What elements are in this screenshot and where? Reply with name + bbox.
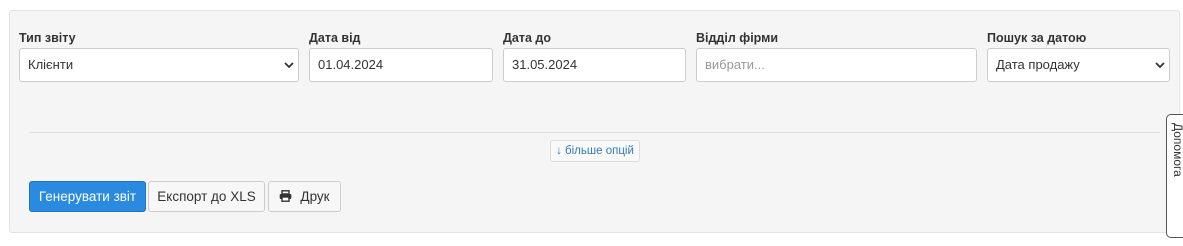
date-from-value: 01.04.2024 <box>318 57 384 72</box>
department-field: Відділ фірми вибрати... <box>696 31 977 82</box>
department-label: Відділ фірми <box>696 31 779 45</box>
date-to-input[interactable]: 31.05.2024 <box>503 48 686 82</box>
report-type-value: Клієнти <box>28 57 74 72</box>
department-placeholder: вибрати... <box>705 57 765 72</box>
report-type-select[interactable]: Клієнти <box>19 48 299 82</box>
help-tab[interactable]: Допомога <box>1166 114 1183 238</box>
chevron-down-icon <box>1155 62 1165 69</box>
search-by-date-field: Пошук за датою Дата продажу <box>987 31 1170 82</box>
help-tab-label: Допомога <box>1171 123 1183 177</box>
chevron-down-icon <box>284 62 294 69</box>
date-to-value: 31.05.2024 <box>512 57 578 72</box>
date-from-label: Дата від <box>309 31 361 45</box>
search-by-date-value: Дата продажу <box>996 57 1080 72</box>
date-from-input[interactable]: 01.04.2024 <box>309 48 493 82</box>
date-to-field: Дата до 31.05.2024 <box>503 31 686 82</box>
date-from-field: Дата від 01.04.2024 <box>309 31 493 82</box>
generate-report-button[interactable]: Генерувати звіт <box>29 181 146 212</box>
divider <box>29 132 1160 133</box>
print-label: Друк <box>300 189 330 204</box>
date-to-label: Дата до <box>503 31 551 45</box>
department-multiselect[interactable]: вибрати... <box>696 48 977 82</box>
print-button[interactable]: Друк <box>268 181 341 212</box>
printer-icon <box>280 190 292 203</box>
report-filter-panel: Тип звіту Клієнти Дата від 01.04.2024 Да… <box>9 10 1180 233</box>
more-options-button[interactable]: ↓ більше опцій <box>550 140 640 162</box>
export-xls-button[interactable]: Експорт до XLS <box>148 181 265 212</box>
report-type-field: Тип звіту Клієнти <box>19 31 299 82</box>
search-by-date-label: Пошук за датою <box>987 31 1087 45</box>
search-by-date-select[interactable]: Дата продажу <box>987 48 1170 82</box>
report-type-label: Тип звіту <box>19 31 76 45</box>
